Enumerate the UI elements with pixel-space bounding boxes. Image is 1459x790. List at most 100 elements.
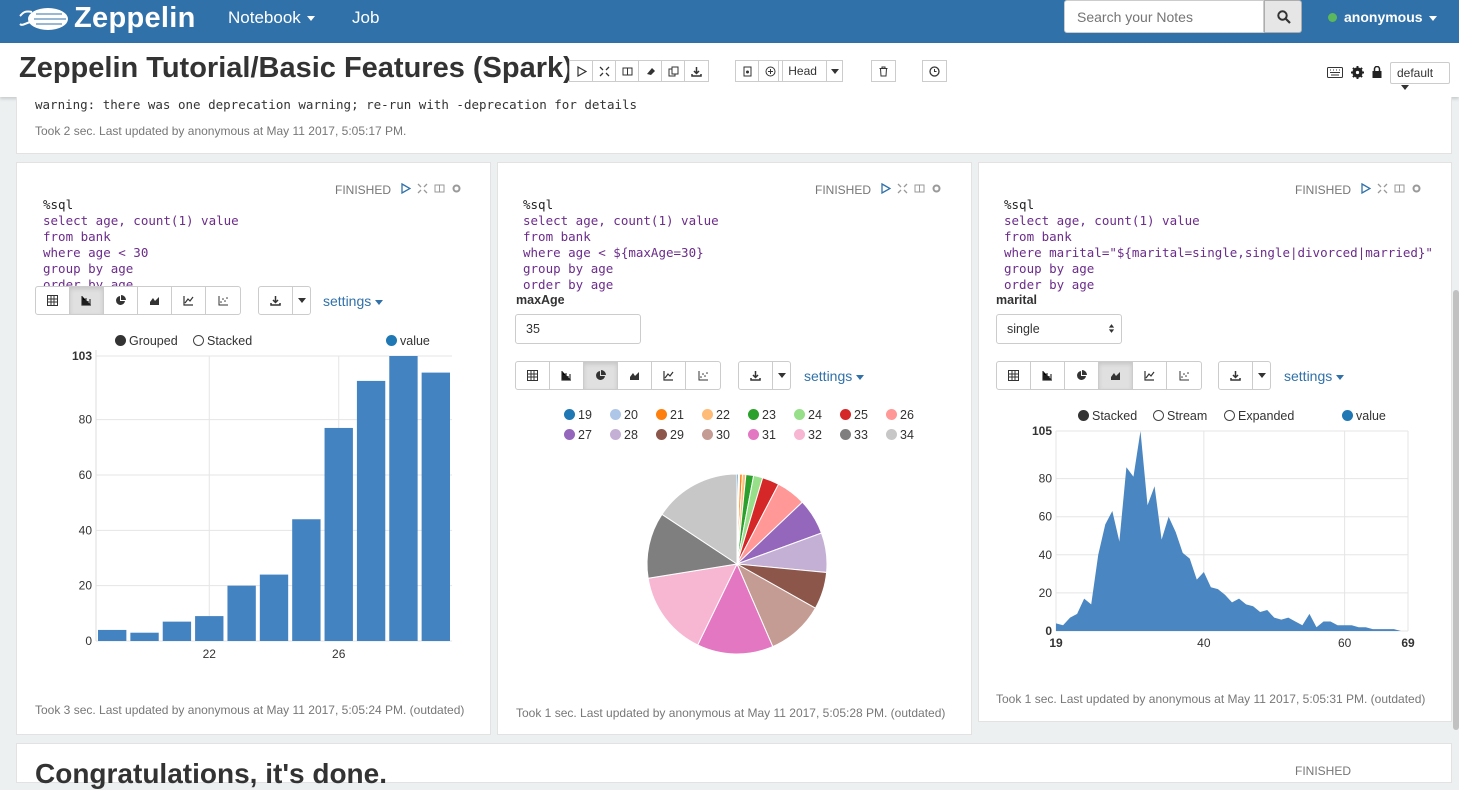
scatter-chart-button[interactable] <box>686 362 720 389</box>
pie-chart-button[interactable] <box>584 362 618 389</box>
download-dropdown[interactable] <box>293 287 310 314</box>
keyboard-icon[interactable] <box>1327 67 1343 78</box>
collapse-icon[interactable] <box>417 183 428 194</box>
pie-legend-item[interactable]: 22 <box>702 408 730 422</box>
y-tick-label: 80 <box>1039 472 1053 486</box>
book-icon[interactable] <box>434 183 445 194</box>
visualization-switcher <box>996 361 1202 390</box>
lock-icon[interactable] <box>1372 66 1382 78</box>
scatter-chart-button[interactable] <box>1167 362 1201 389</box>
area-chart-button[interactable] <box>618 362 652 389</box>
download-button[interactable] <box>1219 362 1253 389</box>
y-tick-label: 60 <box>79 468 93 482</box>
download-dropdown[interactable] <box>773 362 790 389</box>
book-icon[interactable] <box>914 183 925 194</box>
hide-code-button[interactable] <box>593 61 616 81</box>
clone-note-button[interactable] <box>662 61 685 81</box>
series-dot-icon <box>656 409 667 421</box>
area-chart-button[interactable] <box>138 287 172 314</box>
job-link[interactable]: Job <box>352 8 379 28</box>
gear-icon[interactable] <box>931 183 942 194</box>
play-icon[interactable] <box>880 183 891 194</box>
zeppelin-logo[interactable] <box>18 2 70 36</box>
settings-toggle[interactable]: settings <box>804 368 865 384</box>
pie-legend-item[interactable]: 34 <box>886 428 914 442</box>
paragraph-controls <box>400 183 462 194</box>
bar-chart-button[interactable] <box>70 287 104 314</box>
user-menu[interactable]: anonymous <box>1328 9 1437 25</box>
pie-legend-item[interactable]: 23 <box>748 408 776 422</box>
pie-legend-item[interactable]: 32 <box>794 428 822 442</box>
visualization-switcher <box>35 286 241 315</box>
pie-legend-item[interactable]: 29 <box>656 428 684 442</box>
pie-legend-item[interactable]: 21 <box>656 408 684 422</box>
marital-select[interactable]: single <box>996 314 1122 344</box>
table-view-button[interactable] <box>516 362 550 389</box>
run-all-button[interactable] <box>570 61 593 81</box>
line-chart-button[interactable] <box>652 362 686 389</box>
scatter-chart-button[interactable] <box>206 287 240 314</box>
version-toolbar <box>735 60 783 82</box>
play-icon[interactable] <box>400 183 411 194</box>
pie-legend-item[interactable]: 26 <box>886 408 914 422</box>
pie-legend-item[interactable]: 31 <box>748 428 776 442</box>
settings-toggle[interactable]: settings <box>1284 368 1345 384</box>
pie-legend-item[interactable]: 30 <box>702 428 730 442</box>
pie-legend-item[interactable]: 25 <box>840 408 868 422</box>
scheduler-button[interactable] <box>923 61 946 81</box>
download-button[interactable] <box>739 362 773 389</box>
hide-output-button[interactable] <box>616 61 639 81</box>
export-note-button[interactable] <box>685 61 708 81</box>
notebook-menu[interactable]: Notebook <box>228 8 315 28</box>
bar <box>421 372 450 641</box>
clear-output-button[interactable] <box>639 61 662 81</box>
interpreter-select[interactable]: default <box>1390 62 1450 91</box>
area-chart-button[interactable] <box>1099 362 1133 389</box>
pie-legend-item[interactable]: 33 <box>840 428 868 442</box>
gear-icon[interactable] <box>1351 66 1364 79</box>
pie-legend-item[interactable]: 19 <box>564 408 592 422</box>
delete-note-button[interactable] <box>872 61 895 81</box>
scatter-chart-icon <box>1179 371 1189 381</box>
bar-chart-button[interactable] <box>550 362 584 389</box>
pie-chart-button[interactable] <box>104 287 138 314</box>
notebook-menu-label: Notebook <box>228 8 301 27</box>
pie-legend-item[interactable]: 28 <box>610 428 638 442</box>
max-age-input[interactable] <box>515 314 641 344</box>
area-chart-icon <box>1111 372 1120 380</box>
code-line: order by age <box>523 277 614 292</box>
play-icon <box>576 65 587 77</box>
download-button[interactable] <box>259 287 293 314</box>
area-series <box>1056 431 1408 631</box>
code-editor[interactable]: %sql select age, count(1) value from bank w… <box>1004 181 1433 309</box>
download-dropdown[interactable] <box>1253 362 1270 389</box>
line-chart-button[interactable] <box>1133 362 1167 389</box>
pie-legend-label: 20 <box>624 408 638 422</box>
settings-toggle[interactable]: settings <box>323 293 384 309</box>
commit-button[interactable] <box>736 61 759 81</box>
gear-icon[interactable] <box>451 183 462 194</box>
pie-chart-button[interactable] <box>1065 362 1099 389</box>
pie-legend-label: 19 <box>578 408 592 422</box>
line-chart-button[interactable] <box>172 287 206 314</box>
brand-name[interactable]: Zeppelin <box>74 2 196 35</box>
book-icon <box>622 67 632 75</box>
code-editor[interactable]: %sql select age, count(1) value from bank w… <box>523 181 719 309</box>
collapse-icon[interactable] <box>897 183 908 194</box>
pie-legend-label: 22 <box>716 408 730 422</box>
series-dot-icon <box>794 429 805 441</box>
revision-select[interactable]: Head <box>778 60 843 82</box>
paragraph-controls <box>880 183 942 194</box>
search-button[interactable] <box>1264 0 1302 33</box>
scrollbar-thumb[interactable] <box>1453 290 1459 730</box>
interpreter-label: default <box>1397 66 1434 80</box>
chevron-down-icon <box>856 374 865 380</box>
pie-legend-item[interactable]: 27 <box>564 428 592 442</box>
search-input[interactable] <box>1064 0 1264 33</box>
pie-legend-item[interactable]: 20 <box>610 408 638 422</box>
table-view-button[interactable] <box>36 287 70 314</box>
pie-legend-item[interactable]: 24 <box>794 408 822 422</box>
table-view-button[interactable] <box>997 362 1031 389</box>
bar-chart-button[interactable] <box>1031 362 1065 389</box>
page-title[interactable]: Zeppelin Tutorial/Basic Features (Spark) <box>19 52 573 85</box>
